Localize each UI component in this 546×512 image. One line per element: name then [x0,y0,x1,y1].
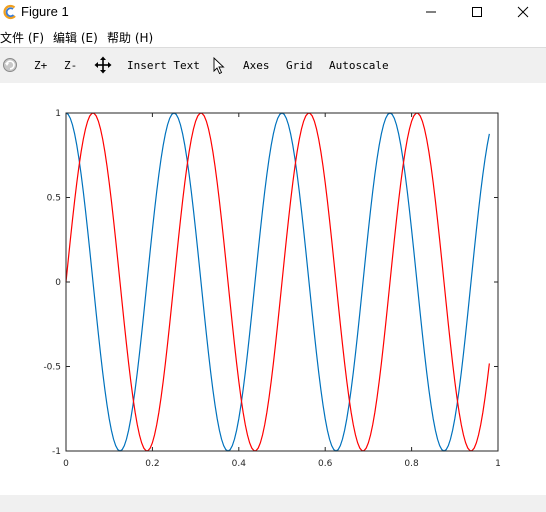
status-bar [0,495,546,512]
x-tick-label: 1 [495,459,501,469]
y-tick-labels: 1 0.5 0 -0.5 -1 [43,109,61,457]
pan-arrows-icon[interactable] [94,56,112,74]
insert-text-button[interactable]: Insert Text [127,59,200,72]
y-tick-label: 0.5 [47,194,61,204]
x-tick-label: 0.8 [404,459,419,469]
minimize-icon [426,11,436,13]
close-button[interactable] [500,0,546,24]
plot-svg: 0 0.2 0.4 0.6 0.8 1 1 0.5 0 -0.5 -1 [43,109,501,469]
x-tick-label: 0.6 [318,459,333,469]
rotate-icon[interactable] [2,56,18,74]
x-tick-label: 0.4 [232,459,247,469]
minimize-button[interactable] [408,0,454,24]
series-line-2 [65,112,490,452]
menu-bar: 文件 (F) 编辑 (E) 帮助 (H) [0,26,546,46]
menu-help[interactable]: 帮助 (H) [107,29,153,46]
axes-button[interactable]: Axes [243,59,270,72]
menu-edit[interactable]: 编辑 (E) [53,29,98,46]
toolbar: Z+ Z- Insert Text Axes Grid Autoscale [0,47,546,84]
x-tick-label: 0 [63,459,69,469]
x-tick-labels: 0 0.2 0.4 0.6 0.8 1 [63,459,501,469]
close-icon [517,6,529,18]
y-tick-label: -0.5 [43,363,61,373]
grid-button[interactable]: Grid [286,59,313,72]
zoom-out-button[interactable]: Z- [64,59,77,72]
maximize-icon [472,7,482,17]
autoscale-button[interactable]: Autoscale [329,59,389,72]
figure-canvas[interactable]: 0 0.2 0.4 0.6 0.8 1 1 0.5 0 -0.5 -1 [0,83,546,495]
window-title: Figure 1 [21,4,69,19]
y-tick-label: 1 [55,109,61,119]
x-tick-label: 0.2 [145,459,159,469]
title-bar: Figure 1 [0,0,546,24]
y-tick-label: 0 [55,278,61,288]
zoom-in-button[interactable]: Z+ [34,59,47,72]
octave-app-icon [3,4,16,20]
maximize-button[interactable] [454,0,500,24]
series-line-1 [65,112,490,452]
cursor-arrow-icon[interactable] [213,57,225,75]
menu-file[interactable]: 文件 (F) [0,29,44,46]
y-tick-label: -1 [52,447,61,457]
plot-curves [65,112,490,452]
